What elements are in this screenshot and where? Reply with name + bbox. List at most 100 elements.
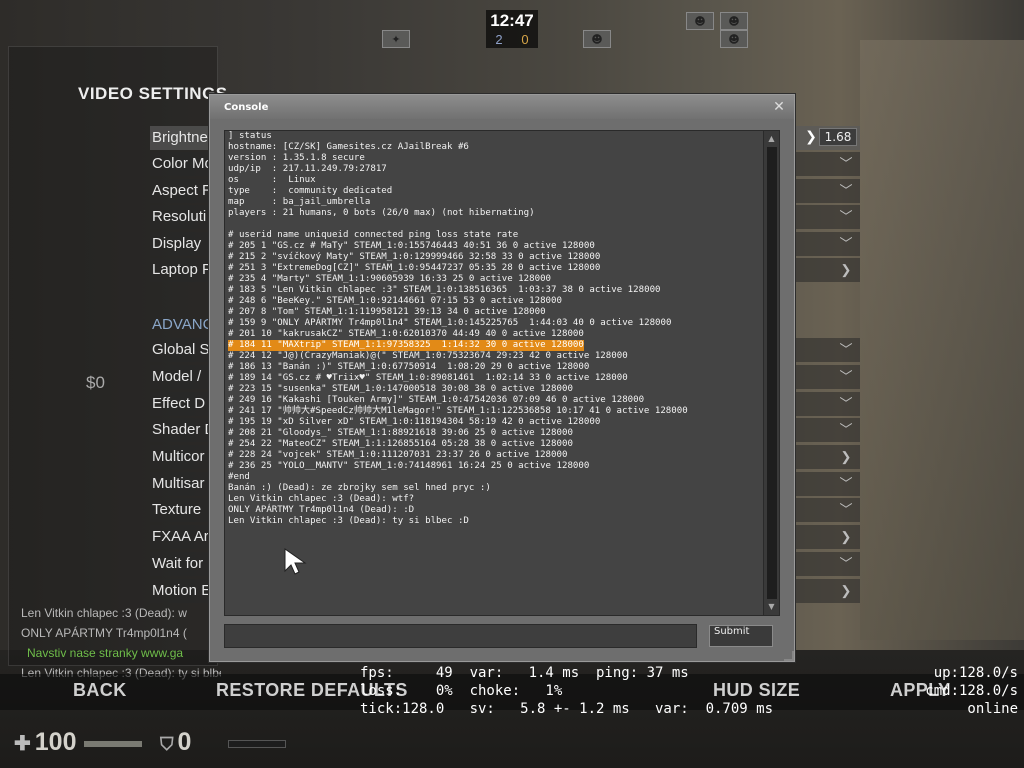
- chevron-down-icon: ﹀: [839, 422, 853, 437]
- console-line: udp/ip : 217.11.249.79:27817: [228, 164, 387, 174]
- setting-label: FXAA Ar: [152, 528, 209, 545]
- chevron-down-icon: ﹀: [839, 396, 853, 411]
- netgraph-line: tick:128.0 sv: 5.8 +- 1.2 ms var: 0.709 …: [360, 701, 774, 717]
- setting-label: Model /: [152, 368, 202, 385]
- setting-label: Aspect R: [152, 182, 213, 199]
- chat-line: ONLY APÁRTMY Tr4mp0l1n4 (: [21, 626, 187, 640]
- setting-label: Effect D: [152, 395, 206, 412]
- setting-label: Laptop P: [152, 261, 213, 278]
- net-graph: fps: 49 var: 1.4 ms ping: 37 ms loss: 0% …: [360, 664, 773, 718]
- console-output[interactable]: ] status hostname: [CZ/SK] Gamesites.cz A…: [224, 130, 780, 616]
- mouse-cursor-icon: [284, 548, 307, 575]
- console-line: type : community dedicated: [228, 186, 393, 196]
- brightness-slider-arrow-icon[interactable]: ❯: [804, 128, 818, 146]
- team-score: 2 0: [486, 32, 538, 48]
- console-line: # 215 2 "svíčkový Maty" STEAM_1:0:129999…: [228, 252, 601, 262]
- console-line: map : ba_jail_umbrella: [228, 197, 371, 207]
- player-avatar-icon: ☻: [583, 30, 611, 48]
- console-command-input[interactable]: [224, 624, 697, 648]
- chat-ad-link: www.ga: [141, 646, 184, 660]
- chevron-down-icon: ﹀: [839, 342, 853, 357]
- console-line: # 183 5 "Len Vitkin chlapec :3" STEAM_1:…: [228, 285, 661, 295]
- console-line: # 254 22 "MateoCZ" STEAM_1:1:126855164 0…: [228, 439, 573, 449]
- console-line: # 186 13 "Banán :)" STEAM_1:0:67750914 1…: [228, 362, 590, 372]
- console-line: # 205 1 "GS.cz # MaTy" STEAM_1:0:1557464…: [228, 241, 595, 251]
- setting-label: Resoluti: [152, 208, 207, 225]
- netgraph-up: up:128.0/s: [933, 665, 1018, 681]
- setting-label: Multicor: [152, 448, 205, 465]
- console-line: # 235 4 "Marty" STEAM_1:1:90605939 16:33…: [228, 274, 552, 284]
- chevron-down-icon: ﹀: [839, 476, 853, 491]
- chevron-down-icon: ﹀: [839, 183, 853, 198]
- console-line: os : Linux: [228, 175, 316, 185]
- setting-label: Texture: [152, 501, 202, 518]
- round-time: 12:47: [490, 11, 534, 30]
- chat-line: Navstiv nase stranky www.ga: [21, 643, 221, 663]
- t-avatar-icon: ☻: [720, 30, 748, 48]
- setting-label: Display: [152, 235, 202, 252]
- health-value: 100: [34, 728, 77, 756]
- net-graph-rates: up:128.0/s cmd:128.0/s online: [880, 664, 1018, 718]
- console-line: # 224 12 "J@)(CrazyManiak)@(" STEAM_1:0:…: [228, 351, 628, 361]
- health-bar: [84, 741, 142, 747]
- scrollbar-thumb[interactable]: [767, 147, 777, 599]
- armor-shield-icon: ⛉: [160, 734, 174, 754]
- score-ct: 2: [495, 32, 503, 47]
- console-line: #end: [228, 472, 250, 482]
- chevron-right-icon: ❯: [840, 529, 852, 544]
- scroll-up-icon[interactable]: ▲: [764, 133, 779, 145]
- console-line: # userid name uniqueid connected ping lo…: [228, 230, 519, 240]
- back-button[interactable]: BACK: [73, 680, 127, 701]
- submit-button[interactable]: Submit: [709, 625, 773, 647]
- console-line: # 228 24 "vojcek" STEAM_1:0:111207031 23…: [228, 450, 568, 460]
- chevron-down-icon: ﹀: [839, 236, 853, 251]
- chevron-down-icon: ﹀: [839, 156, 853, 171]
- money-display: $0: [86, 373, 105, 392]
- console-line: # 195 19 "xD Silver xD" STEAM_1:0:118194…: [228, 417, 601, 427]
- console-line: # 159 9 "ONLY APÁRTMY Tr4mp0l1n4" STEAM_…: [228, 318, 672, 328]
- armor-display: ⛉ 0: [160, 728, 191, 757]
- console-line: # 189 14 "GS.cz # ♥Triix♥" STEAM_1:0:890…: [228, 373, 628, 383]
- health-icon: ✚: [14, 733, 31, 755]
- console-line: # 236 25 "YOLO__MANTV" STEAM_1:0:7414896…: [228, 461, 590, 471]
- console-scrollbar[interactable]: ▲ ▼: [763, 131, 779, 615]
- setting-label: Color Mo: [152, 155, 213, 172]
- t-avatar-icon: ☻: [686, 12, 714, 30]
- armor-bar: [228, 740, 286, 748]
- setting-label: Shader D: [152, 421, 216, 438]
- close-icon[interactable]: ✕: [771, 99, 787, 115]
- scroll-down-icon[interactable]: ▼: [764, 601, 779, 613]
- console-line: hostname: [CZ/SK] Gamesites.cz AJailBrea…: [228, 142, 469, 152]
- console-titlebar[interactable]: Console ✕: [210, 95, 794, 119]
- console-line: # 208 21 "Gloodys_" STEAM_1:1:88921618 3…: [228, 428, 573, 438]
- console-line: # 201 10 "kakrusakCZ" STEAM_1:0:62010370…: [228, 329, 584, 339]
- console-line-highlight: # 184 11 "MAXtrip" STEAM_1:1:97358325 1:…: [228, 340, 584, 351]
- score-t: 0: [521, 32, 529, 47]
- chat-ad-text: Navstiv nase stranky: [27, 646, 142, 660]
- game-wall: [860, 40, 1024, 640]
- settings-title: VIDEO SETTINGS: [78, 84, 228, 103]
- netgraph-line: fps: 49 var: 1.4 ms ping: 37 ms: [360, 665, 689, 681]
- brightness-value[interactable]: 1.68: [819, 128, 857, 146]
- setting-label: Motion E: [152, 582, 212, 599]
- console-lines: ] status hostname: [CZ/SK] Gamesites.cz A…: [228, 131, 763, 527]
- console-line: # 249 16 "Kakashi [Touken Army]" STEAM_1…: [228, 395, 645, 405]
- chevron-down-icon: ﹀: [839, 502, 853, 517]
- setting-label: Multisar: [152, 475, 205, 492]
- setting-label: Wait for: [152, 555, 204, 572]
- chevron-down-icon: ﹀: [839, 369, 853, 384]
- console-line: Len Vitkin chlapec :3 (Dead): wtf?: [228, 494, 415, 504]
- netgraph-cmd: cmd:128.0/s: [925, 683, 1018, 699]
- console-line: # 241 17 "帅帅大#SpeedCz帅帅大M1leMagor!" STEA…: [228, 406, 688, 416]
- console-line: Len Vitkin chlapec :3 (Dead): ty si blbe…: [228, 516, 469, 526]
- console-line: # 251 3 "ExtremeDog[CZ]" STEAM_1:0:95447…: [228, 263, 601, 273]
- chat-line: Len Vitkin chlapec :3 (Dead): w: [21, 606, 187, 620]
- console-line: # 248 6 "BeeKey." STEAM_1:0:92144661 07:…: [228, 296, 562, 306]
- chevron-down-icon: ﹀: [839, 209, 853, 224]
- console-window[interactable]: Console ✕ ] status hostname: [CZ/SK] Game…: [209, 94, 795, 662]
- console-line: Banán :) (Dead): ze zbrojky sem sel hned…: [228, 483, 491, 493]
- resize-grip-icon[interactable]: [784, 651, 794, 661]
- console-line: # 207 8 "Tom" STEAM_1:1:119958121 39:13 …: [228, 307, 546, 317]
- console-line: # 184 11 "MAXtrip" STEAM_1:1:97358325 1:…: [228, 340, 763, 351]
